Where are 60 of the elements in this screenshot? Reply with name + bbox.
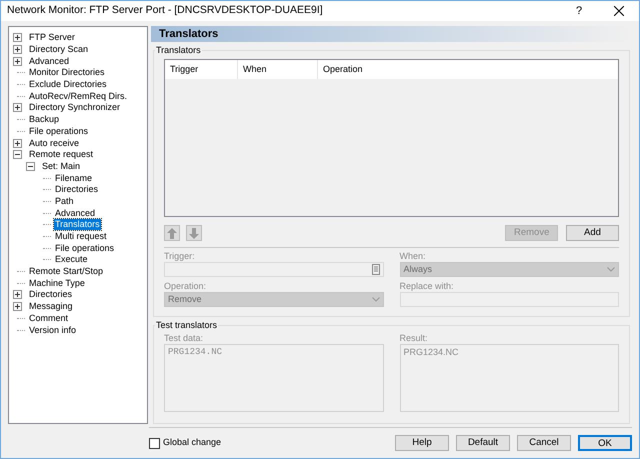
- field-label: When:: [400, 250, 427, 262]
- field-label: Result:: [400, 332, 429, 344]
- tree-item[interactable]: Directories: [54, 184, 100, 196]
- close-icon: [614, 6, 624, 16]
- field-label: Trigger:: [164, 250, 196, 262]
- tree-item[interactable]: Machine Type: [28, 278, 86, 289]
- tree-item[interactable]: Backup: [28, 114, 60, 126]
- button[interactable]: Help: [395, 434, 449, 450]
- collapse-icon[interactable]: [26, 162, 35, 171]
- button[interactable]: Add: [566, 225, 619, 241]
- button[interactable]: Default: [456, 434, 510, 450]
- tree-item[interactable]: Exclude Directories: [28, 79, 108, 90]
- tree-item[interactable]: Filename: [54, 172, 94, 184]
- tree-item[interactable]: File operations: [28, 126, 90, 137]
- tree-item[interactable]: Directories: [28, 289, 74, 300]
- checkbox[interactable]: [149, 438, 160, 448]
- tree-item[interactable]: Advanced: [28, 56, 70, 67]
- down-arrow-icon: [189, 228, 199, 238]
- expand-icon[interactable]: [13, 103, 22, 112]
- expand-icon[interactable]: [13, 33, 22, 42]
- field-label: Replace with:: [400, 280, 455, 292]
- expand-icon[interactable]: [13, 138, 22, 148]
- tree-item[interactable]: Execute: [54, 254, 89, 266]
- field-label: Test data:: [164, 332, 204, 344]
- column-header[interactable]: Operation: [318, 60, 618, 79]
- help-button[interactable]: ?: [559, 1, 599, 21]
- expand-icon[interactable]: [13, 302, 22, 312]
- tree-item[interactable]: Directory Synchronizer: [28, 102, 122, 114]
- column-header[interactable]: Trigger: [165, 60, 238, 79]
- result-field: PRG1234.NC: [400, 344, 619, 412]
- button[interactable]: Cancel: [517, 434, 571, 450]
- page-title: Translators: [159, 26, 218, 42]
- tree-item[interactable]: Set: Main: [41, 160, 82, 172]
- tree-item[interactable]: Comment: [28, 312, 70, 324]
- tree-item[interactable]: Remote request: [28, 149, 94, 160]
- trigger-field[interactable]: [164, 262, 384, 277]
- tree-item[interactable]: FTP Server: [28, 32, 76, 44]
- button[interactable]: OK: [578, 434, 632, 450]
- expand-icon[interactable]: [13, 56, 22, 66]
- field-label: Operation:: [164, 280, 208, 292]
- column-header[interactable]: When: [238, 60, 318, 79]
- document-icon[interactable]: [370, 264, 380, 275]
- tree-item[interactable]: File operations: [54, 242, 116, 254]
- tree-item[interactable]: Translators: [54, 219, 101, 230]
- tree-item[interactable]: Messaging: [28, 301, 74, 312]
- window-title: Network Monitor: FTP Server Port - [DNCSRVDESKTOP-DUAEE9I]: [6, 3, 324, 18]
- tree-item[interactable]: Multi request: [54, 231, 108, 242]
- tree-item[interactable]: Advanced: [54, 208, 96, 219]
- tree-item[interactable]: Directory Scan: [28, 44, 90, 56]
- tree-item[interactable]: Path: [54, 196, 75, 207]
- checkbox-label: Global change: [163, 436, 222, 450]
- up-arrow-icon: [167, 228, 177, 238]
- expand-icon[interactable]: [13, 290, 22, 300]
- tree-item[interactable]: AutoRecv/RemReq Dirs.: [28, 90, 128, 102]
- expand-icon[interactable]: [13, 45, 22, 54]
- tree-item[interactable]: Monitor Directories: [28, 67, 106, 78]
- tree-item[interactable]: Remote Start/Stop: [28, 266, 104, 278]
- tree-item[interactable]: Version info: [28, 324, 78, 336]
- collapse-icon[interactable]: [13, 150, 22, 160]
- tree-item[interactable]: Auto receive: [28, 138, 80, 149]
